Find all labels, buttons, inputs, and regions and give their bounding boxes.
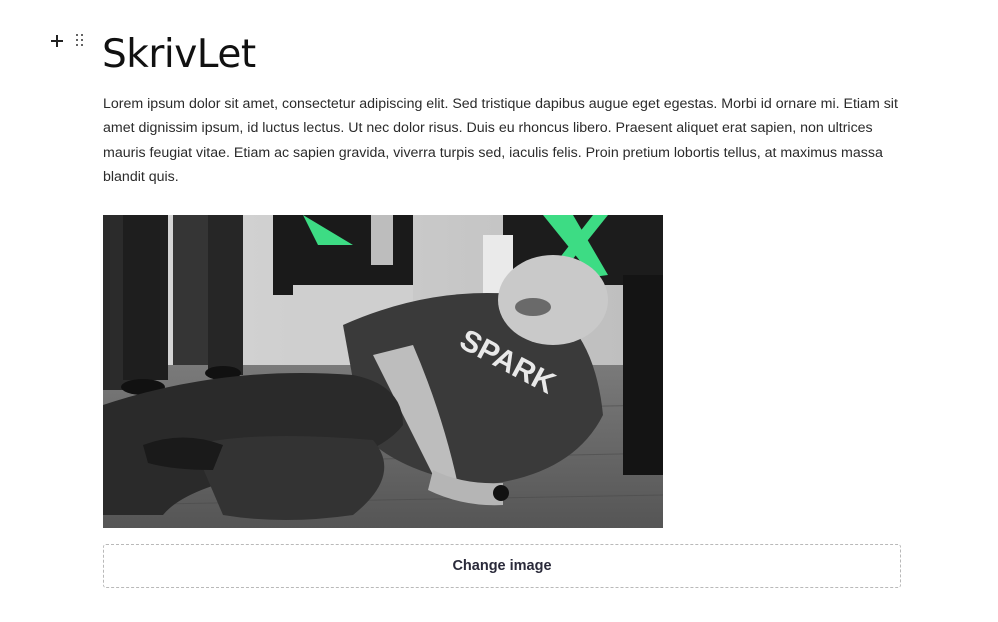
page-title[interactable]: SkrivLet [102, 30, 256, 80]
change-image-button[interactable]: Change image [103, 544, 901, 588]
editor-canvas: SkrivLet Lorem ipsum dolor sit amet, con… [0, 0, 998, 622]
content-image[interactable]: SPARK [103, 215, 663, 528]
block-controls [50, 34, 84, 48]
plus-icon[interactable] [50, 34, 64, 48]
drag-handle-icon[interactable] [76, 34, 84, 46]
photo-illustration: SPARK [103, 215, 663, 528]
body-paragraph[interactable]: Lorem ipsum dolor sit amet, consectetur … [103, 92, 903, 189]
